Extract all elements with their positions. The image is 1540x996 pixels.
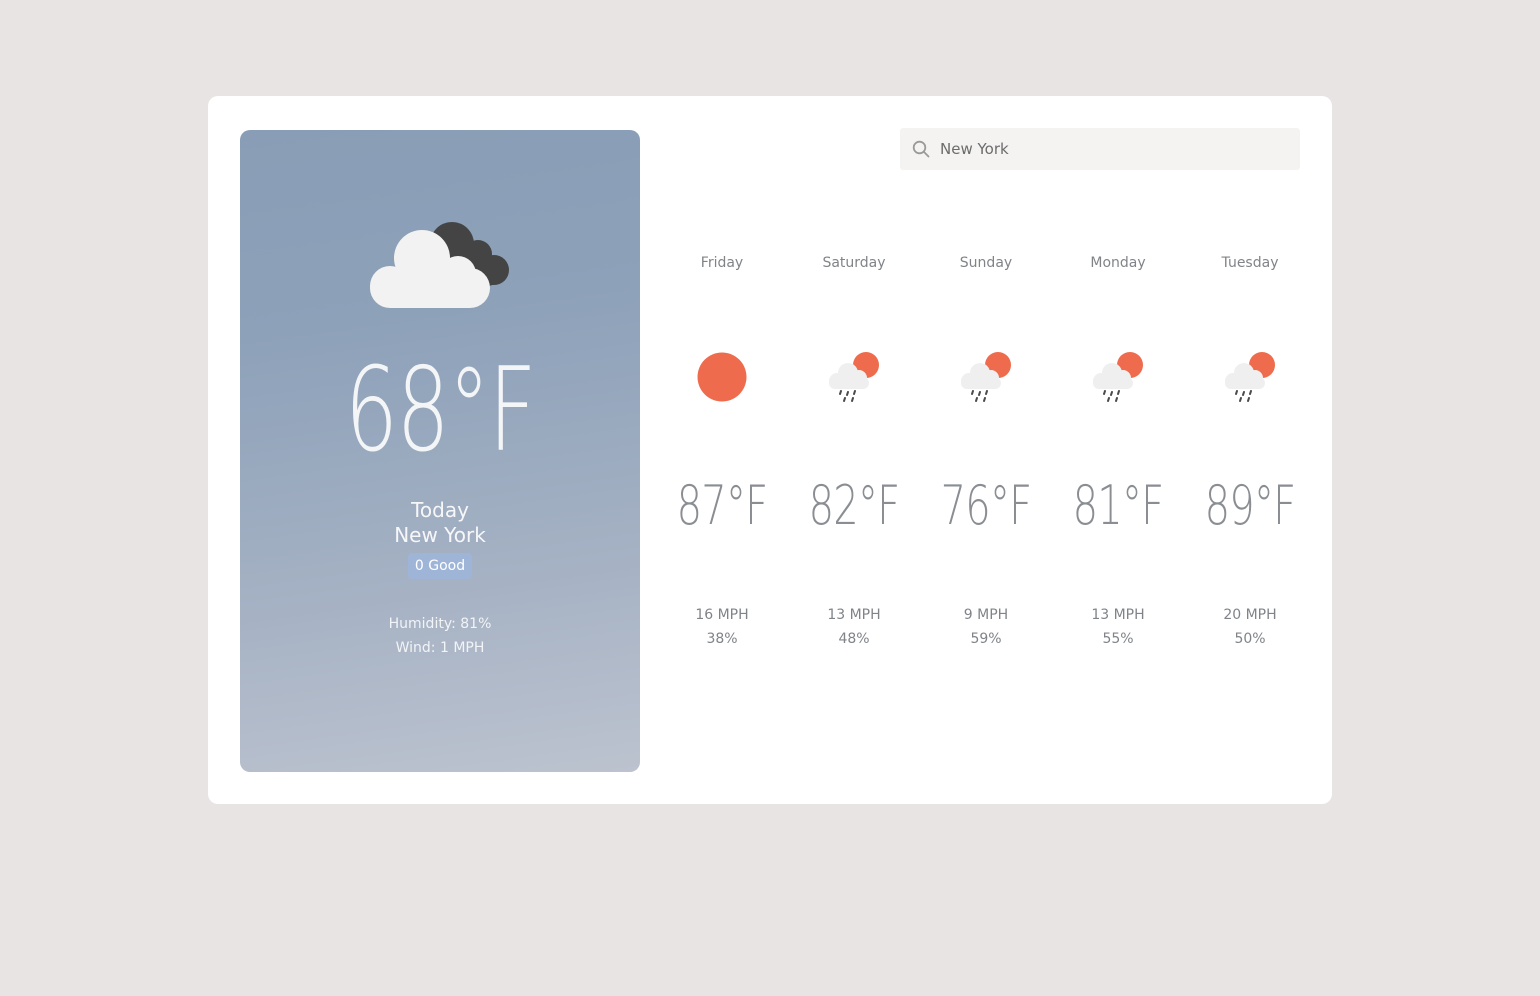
forecast-day-sunday: Sunday 76°F 9 MPH 59%: [920, 246, 1052, 666]
day-temperature: 82°F: [808, 474, 901, 537]
today-temperature: 68°F: [344, 343, 537, 478]
rain-sun-icon: [1093, 352, 1143, 402]
rain-sun-icon: [1225, 352, 1275, 402]
cloudy-icon: [370, 222, 509, 308]
day-temperature: 87°F: [676, 474, 769, 537]
forecast-day-tuesday: Tuesday 89°F 20 MPH 50%: [1184, 246, 1316, 666]
day-humidity: 38%: [706, 631, 738, 647]
day-temperature: 81°F: [1072, 474, 1165, 537]
search-icon: [912, 140, 930, 158]
day-name: Friday: [700, 255, 744, 271]
air-quality-badge: 0 Good: [408, 553, 472, 579]
today-city: New York: [394, 523, 486, 547]
day-wind: 9 MPH: [963, 607, 1009, 623]
rain-sun-icon: [961, 352, 1011, 402]
day-name: Sunday: [959, 255, 1013, 271]
day-name: Tuesday: [1221, 255, 1279, 271]
forecast-day-friday: Friday 87°F 16 MPH 38%: [656, 246, 788, 666]
search-box[interactable]: [900, 128, 1300, 170]
forecast-day-saturday: Saturday 82°F 13 MPH 48%: [788, 246, 920, 666]
today-humidity: Humidity: 81%: [388, 616, 492, 632]
day-name: Monday: [1090, 255, 1146, 271]
day-humidity: 55%: [1102, 631, 1134, 647]
day-wind: 13 MPH: [827, 607, 881, 623]
day-temperature: 76°F: [940, 474, 1033, 537]
today-panel: 68°F Today New York 0 Good Humidity: 81%…: [240, 130, 640, 772]
search-input[interactable]: [940, 128, 1290, 170]
day-temperature: 89°F: [1204, 474, 1297, 537]
day-wind: 20 MPH: [1223, 607, 1277, 623]
weather-card: 68°F Today New York 0 Good Humidity: 81%…: [208, 96, 1332, 804]
forecast-day-monday: Monday 81°F 13 MPH 55%: [1052, 246, 1184, 666]
day-humidity: 59%: [970, 631, 1002, 647]
today-label: Today: [411, 498, 469, 522]
forecast-list: Friday 87°F 16 MPH 38% Saturday 82°F 13 …: [656, 246, 1316, 666]
day-wind: 13 MPH: [1091, 607, 1145, 623]
day-wind: 16 MPH: [695, 607, 749, 623]
sun-icon: [697, 352, 747, 402]
day-name: Saturday: [822, 255, 886, 271]
day-humidity: 50%: [1234, 631, 1266, 647]
rain-sun-icon: [829, 352, 879, 402]
today-wind: Wind: 1 MPH: [395, 640, 485, 656]
day-humidity: 48%: [838, 631, 870, 647]
